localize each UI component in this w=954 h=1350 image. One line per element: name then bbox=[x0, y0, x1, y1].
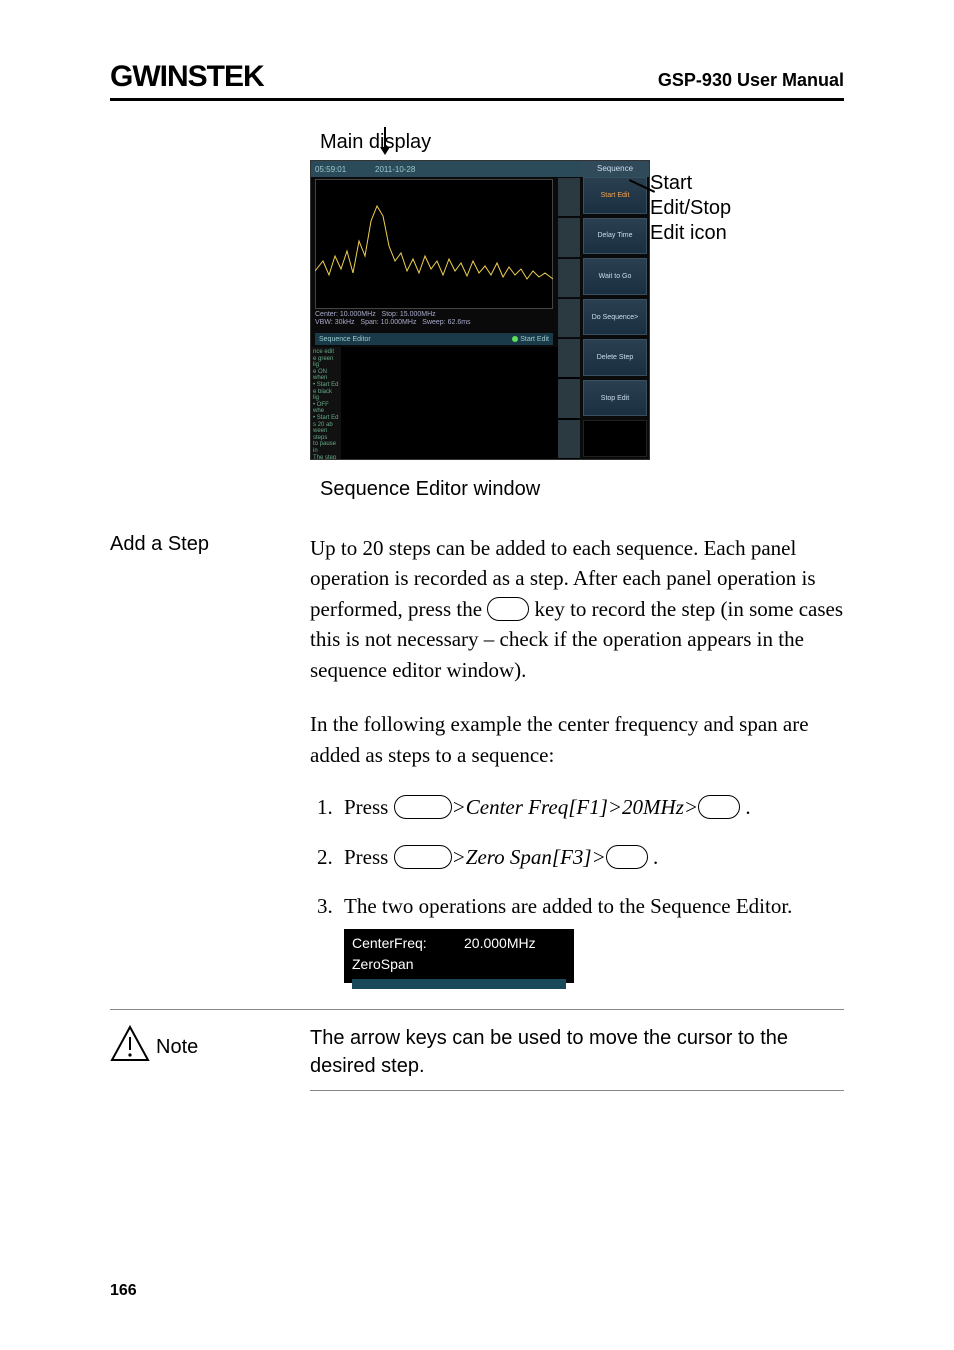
note-section: Note The arrow keys can be used to move … bbox=[110, 1024, 844, 1091]
enter-key-icon bbox=[606, 845, 648, 869]
step-1: Press >Center Freq[F1]>20MHz> . bbox=[338, 792, 844, 824]
mini-cursor-bar bbox=[352, 979, 566, 989]
status-cell bbox=[558, 299, 580, 337]
span-key-icon bbox=[394, 845, 452, 869]
mini-zerospan-label: ZeroSpan bbox=[352, 954, 566, 975]
softkey-wait-to-go[interactable]: Wait to Go bbox=[583, 258, 647, 295]
device-screenshot: 05:59:01 2011-10-28 Att: 10.0 dB Center:… bbox=[310, 160, 650, 460]
arrow-down-icon bbox=[384, 127, 386, 149]
status-cell bbox=[558, 339, 580, 377]
status-cell bbox=[558, 379, 580, 417]
manual-title: GSP-930 User Manual bbox=[658, 70, 844, 91]
divider bbox=[110, 1009, 844, 1010]
mini-centerfreq-label: CenterFreq: bbox=[352, 933, 464, 954]
softkey-stop-edit[interactable]: Stop Edit bbox=[583, 380, 647, 417]
status-cell bbox=[558, 218, 580, 256]
softkey-delete-step[interactable]: Delete Step bbox=[583, 339, 647, 376]
screenshot-time: 05:59:01 bbox=[315, 165, 375, 174]
add-a-step-section: Add a Step Up to 20 steps can be added t… bbox=[110, 533, 844, 685]
section-body: Up to 20 steps can be added to each sequ… bbox=[310, 533, 844, 685]
mini-sequence-editor: CenterFreq: 20.000MHz ZeroSpan bbox=[344, 929, 574, 983]
step-3: The two operations are added to the Sequ… bbox=[338, 891, 844, 983]
vbw-readout: VBW: 30kHz bbox=[315, 319, 355, 326]
callout-start-edit: Start Edit/Stop Edit icon bbox=[650, 171, 731, 246]
stop-readout: Stop: 15.000MHz bbox=[382, 311, 436, 318]
step-2: Press >Zero Span[F3]> . bbox=[338, 842, 844, 874]
sequence-editor-label: Sequence Editor window bbox=[320, 478, 844, 501]
arrow-up-icon bbox=[446, 431, 448, 455]
sequence-editor-bar: Sequence Editor Start Edit bbox=[315, 333, 553, 345]
center-readout: Center: 10.000MHz bbox=[315, 311, 376, 318]
softkey-blank bbox=[583, 420, 647, 457]
seqbar-status: Start Edit bbox=[512, 336, 549, 343]
spectrum-trace bbox=[315, 201, 553, 291]
softkey-header: Sequence bbox=[581, 161, 649, 175]
sequence-list-area bbox=[341, 347, 579, 459]
note-label: Note bbox=[156, 1024, 310, 1059]
softkey-do-sequence[interactable]: Do Sequence> bbox=[583, 299, 647, 336]
status-cell bbox=[558, 178, 580, 216]
page-header: GWINSTEK GSP-930 User Manual bbox=[110, 60, 844, 101]
frequency-key-icon bbox=[394, 795, 452, 819]
hint-panel: nce edite green lige ON when• Start Ede … bbox=[311, 347, 341, 459]
softkey-delay-time[interactable]: Delay Time bbox=[583, 218, 647, 255]
section-label: Add a Step bbox=[110, 533, 310, 685]
status-cell bbox=[558, 420, 580, 458]
status-cell bbox=[558, 259, 580, 297]
enter-key-icon bbox=[487, 597, 529, 621]
page-number: 166 bbox=[110, 1282, 137, 1300]
screenshot-footer-info: Center: 10.000MHz Stop: 15.000MHz VBW: 3… bbox=[315, 311, 553, 328]
para-2: In the following example the center freq… bbox=[310, 709, 844, 770]
note-text: The arrow keys can be used to move the c… bbox=[310, 1024, 844, 1091]
brand-logo: GWINSTEK bbox=[110, 60, 264, 94]
caution-icon bbox=[110, 1024, 156, 1069]
sweep-readout: Sweep: 62.6ms bbox=[422, 319, 470, 326]
span-readout: Span: 10.000MHz bbox=[360, 319, 416, 326]
figure-block: Main display 05:59:01 2011-10-28 Att: 10… bbox=[310, 131, 844, 501]
status-column bbox=[557, 177, 581, 459]
enter-key-icon bbox=[698, 795, 740, 819]
main-display-label: Main display bbox=[320, 131, 844, 154]
softkey-column: Sequence Start Edit Delay Time Wait to G… bbox=[581, 161, 649, 459]
mini-centerfreq-value: 20.000MHz bbox=[464, 933, 536, 954]
step-list: Press >Center Freq[F1]>20MHz> . Press >Z… bbox=[310, 792, 844, 983]
seqbar-title: Sequence Editor bbox=[319, 336, 371, 343]
